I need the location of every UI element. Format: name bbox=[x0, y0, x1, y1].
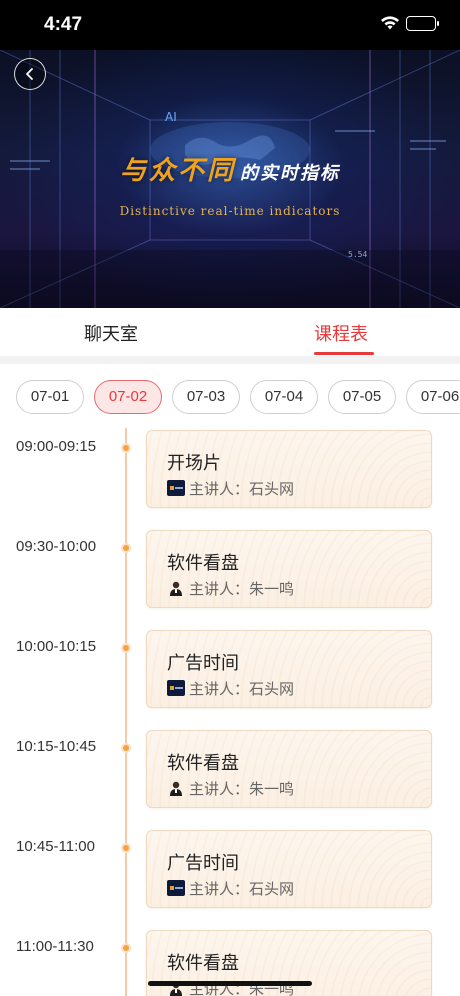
schedule-card[interactable]: 软件看盘 主讲人： 朱一鸣 bbox=[146, 730, 432, 808]
banner-subhead: Distinctive real-time indicators bbox=[119, 204, 341, 218]
speaker-label: 主讲人： bbox=[189, 479, 250, 498]
back-button[interactable] bbox=[14, 58, 46, 90]
schedule-card[interactable]: 广告时间 主讲人： 石头网 bbox=[146, 830, 432, 908]
timeline-dot bbox=[121, 443, 131, 453]
program-title: 广告时间 bbox=[167, 653, 239, 674]
schedule-row: 10:45-11:00 广告时间 主讲人： 石头网 bbox=[0, 828, 460, 908]
speaker-name: 石头网 bbox=[249, 879, 295, 898]
date-pill[interactable]: 07-03 bbox=[172, 380, 240, 414]
speaker-name: 朱一鸣 bbox=[249, 579, 295, 598]
logo-avatar bbox=[167, 680, 185, 696]
banner-image: AI 与众不同 的实时指标 Distinctive real-time indic… bbox=[0, 50, 460, 308]
schedule-time: 10:15-10:45 bbox=[16, 738, 97, 755]
date-pill[interactable]: 07-04 bbox=[250, 380, 318, 414]
schedule-row: 09:00-09:15 开场片 主讲人： 石头网 bbox=[0, 428, 460, 508]
speaker-label: 主讲人： bbox=[189, 779, 250, 798]
schedule-row: 10:00-10:15 广告时间 主讲人： 石头网 bbox=[0, 628, 460, 708]
wifi-icon bbox=[380, 15, 400, 35]
timeline-dot bbox=[121, 943, 131, 953]
speaker-label: 主讲人： bbox=[189, 879, 250, 898]
tab-chatroom[interactable]: 聊天室 bbox=[84, 320, 138, 346]
date-pill[interactable]: 07-05 bbox=[328, 380, 396, 414]
program-title: 开场片 bbox=[167, 453, 221, 474]
person-avatar bbox=[167, 580, 185, 596]
home-indicator bbox=[148, 981, 312, 986]
logo-avatar bbox=[167, 480, 185, 496]
program-title: 广告时间 bbox=[167, 853, 239, 874]
person-avatar bbox=[167, 780, 185, 796]
battery-icon bbox=[406, 16, 439, 31]
headline-strong: 与众不同 bbox=[119, 156, 236, 186]
date-pill-selected[interactable]: 07-02 bbox=[94, 380, 162, 414]
logo-avatar bbox=[167, 880, 185, 896]
divider bbox=[0, 356, 460, 364]
speaker-line: 主讲人： 朱一鸣 bbox=[167, 779, 295, 798]
schedule-time: 11:00-11:30 bbox=[16, 938, 94, 955]
program-title: 软件看盘 bbox=[167, 553, 239, 574]
tab-schedule[interactable]: 课程表 bbox=[314, 320, 368, 346]
speaker-name: 石头网 bbox=[249, 679, 295, 698]
speaker-line: 主讲人： 朱一鸣 bbox=[167, 579, 295, 598]
schedule-time: 10:00-10:15 bbox=[16, 638, 97, 655]
ai-label: AI bbox=[165, 110, 177, 124]
timeline-line bbox=[125, 428, 127, 996]
status-bar: 4:47 bbox=[0, 0, 460, 50]
speaker-name: 朱一鸣 bbox=[249, 779, 295, 798]
speaker-name: 石头网 bbox=[249, 479, 295, 498]
speaker-line: 主讲人： 石头网 bbox=[167, 479, 295, 498]
date-pill[interactable]: 07-06 bbox=[406, 380, 460, 414]
schedule-card[interactable]: 广告时间 主讲人： 石头网 bbox=[146, 630, 432, 708]
schedule-time: 09:30-10:00 bbox=[16, 538, 97, 555]
schedule-card[interactable]: 软件看盘 主讲人： 朱一鸣 bbox=[146, 530, 432, 608]
schedule-card[interactable]: 软件看盘 主讲人： 朱一鸣 bbox=[146, 930, 432, 996]
timeline-dot bbox=[121, 543, 131, 553]
schedule-card[interactable]: 开场片 主讲人： 石头网 bbox=[146, 430, 432, 508]
tab-bar: 聊天室 课程表 bbox=[0, 308, 460, 358]
banner-headline: 与众不同 的实时指标 bbox=[0, 150, 460, 187]
banner-readout: 5.54 bbox=[348, 250, 368, 259]
speaker-line: 主讲人： 石头网 bbox=[167, 879, 295, 898]
schedule-timeline: 09:00-09:15 开场片 主讲人： 石头网 09:30-10:00 软件看盘… bbox=[0, 428, 460, 996]
date-pill[interactable]: 07-01 bbox=[16, 380, 84, 414]
date-selector: 07-01 07-02 07-03 07-04 07-05 07-06 bbox=[16, 380, 460, 416]
schedule-time: 09:00-09:15 bbox=[16, 438, 97, 455]
active-tab-indicator bbox=[314, 352, 374, 355]
schedule-time: 10:45-11:00 bbox=[16, 838, 95, 855]
speaker-line: 主讲人： 石头网 bbox=[167, 679, 295, 698]
timeline-dot bbox=[121, 643, 131, 653]
program-title: 软件看盘 bbox=[167, 953, 239, 974]
program-title: 软件看盘 bbox=[167, 753, 239, 774]
speaker-label: 主讲人： bbox=[189, 579, 250, 598]
headline-rest: 的实时指标 bbox=[240, 163, 340, 184]
status-time: 4:47 bbox=[44, 14, 83, 35]
chevron-left-icon bbox=[26, 68, 33, 80]
schedule-row: 10:15-10:45 软件看盘 主讲人： 朱一鸣 bbox=[0, 728, 460, 808]
timeline-dot bbox=[121, 743, 131, 753]
timeline-dot bbox=[121, 843, 131, 853]
speaker-label: 主讲人： bbox=[189, 679, 250, 698]
schedule-row: 09:30-10:00 软件看盘 主讲人： 朱一鸣 bbox=[0, 528, 460, 608]
